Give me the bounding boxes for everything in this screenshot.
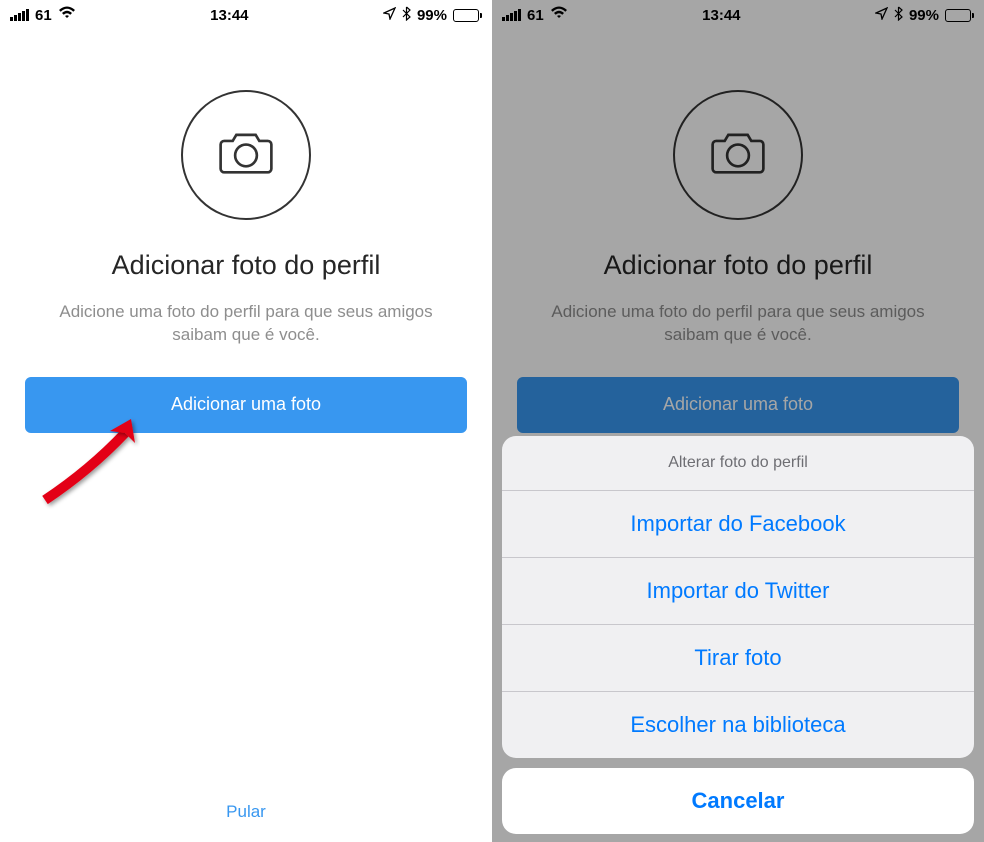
phone-screen-1: 61 13:44 99% bbox=[0, 0, 492, 842]
wifi-strength: 61 bbox=[35, 7, 52, 24]
action-cancel[interactable]: Cancelar bbox=[502, 768, 974, 834]
main-content: Adicionar foto do perfil Adicione uma fo… bbox=[0, 30, 492, 842]
status-right: 99% bbox=[383, 6, 482, 25]
action-sheet-title: Alterar foto do perfil bbox=[502, 436, 974, 491]
add-photo-button[interactable]: Adicionar uma foto bbox=[25, 377, 467, 433]
status-bar: 61 13:44 99% bbox=[492, 0, 984, 30]
battery-icon bbox=[453, 9, 482, 22]
page-subtitle: Adicione uma foto do perfil para que seu… bbox=[25, 301, 467, 347]
action-choose-library[interactable]: Escolher na biblioteca bbox=[502, 692, 974, 758]
status-left: 61 bbox=[10, 6, 76, 24]
battery-icon bbox=[945, 9, 974, 22]
status-left: 61 bbox=[502, 6, 568, 24]
camera-icon bbox=[217, 124, 275, 187]
battery-percent: 99% bbox=[909, 7, 939, 24]
location-icon bbox=[875, 7, 888, 24]
wifi-icon bbox=[550, 6, 568, 24]
action-import-twitter[interactable]: Importar do Twitter bbox=[502, 558, 974, 625]
action-sheet: Alterar foto do perfil Importar do Faceb… bbox=[502, 436, 974, 834]
bluetooth-icon bbox=[402, 6, 411, 25]
status-time: 13:44 bbox=[210, 7, 248, 24]
phone-screen-2: 61 13:44 99% bbox=[492, 0, 984, 842]
camera-circle bbox=[181, 90, 311, 220]
wifi-icon bbox=[58, 6, 76, 24]
action-take-photo[interactable]: Tirar foto bbox=[502, 625, 974, 692]
location-icon bbox=[383, 7, 396, 24]
bluetooth-icon bbox=[894, 6, 903, 25]
signal-icon bbox=[10, 9, 29, 21]
status-time: 13:44 bbox=[702, 7, 740, 24]
action-import-facebook[interactable]: Importar do Facebook bbox=[502, 491, 974, 558]
battery-percent: 99% bbox=[417, 7, 447, 24]
page-title: Adicionar foto do perfil bbox=[112, 250, 381, 281]
skip-link[interactable]: Pular bbox=[226, 802, 266, 822]
wifi-strength: 61 bbox=[527, 7, 544, 24]
signal-icon bbox=[502, 9, 521, 21]
status-bar: 61 13:44 99% bbox=[0, 0, 492, 30]
status-right: 99% bbox=[875, 6, 974, 25]
